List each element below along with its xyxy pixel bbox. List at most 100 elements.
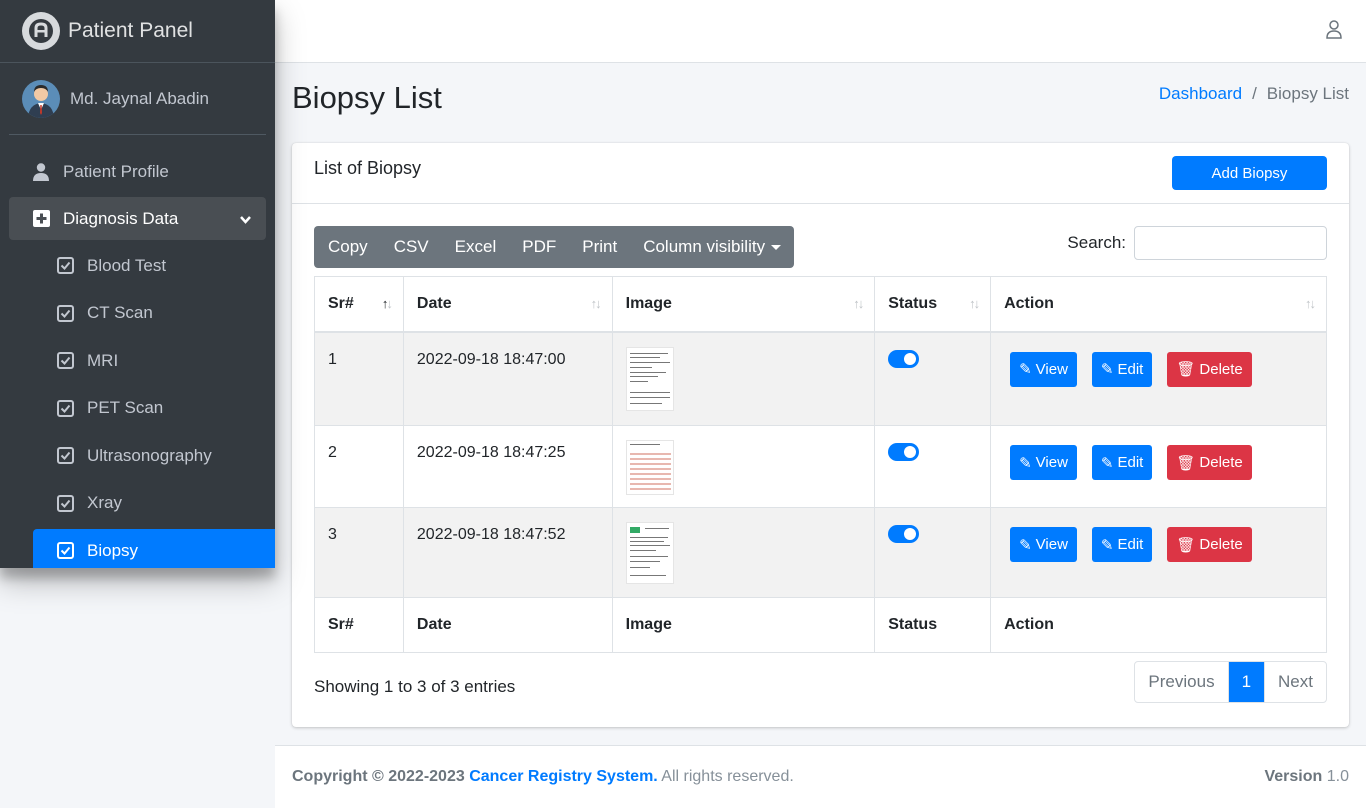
sidebar-item-diagnosis-data[interactable]: Diagnosis Data	[9, 197, 266, 240]
footer-header-date: Date	[402, 597, 613, 653]
sidebar-item-ultrasonography[interactable]: Ultrasonography	[9, 434, 266, 478]
csv-button[interactable]: CSV	[381, 226, 442, 268]
view-label: View	[1035, 536, 1068, 553]
delete-button[interactable]: 🗑 Delete	[1167, 527, 1252, 562]
pencil-icon: ✎	[1100, 361, 1114, 378]
sidebar-item-pet-scan[interactable]: PET Scan	[9, 387, 266, 431]
column-header-date[interactable]: Date ↑↓	[402, 276, 613, 333]
user-panel[interactable]: Md. Jaynal Abadin	[9, 63, 266, 135]
card-header: List of Biopsy Add Biopsy	[292, 143, 1349, 204]
delete-button[interactable]: 🗑 Delete	[1167, 445, 1252, 480]
sidebar-item-label: Xray	[87, 493, 122, 513]
sidebar-item-xray[interactable]: Xray	[9, 482, 266, 526]
sidebar-nav: Patient Profile Diagnosis Data Blood Tes…	[0, 135, 275, 568]
sidebar-item-label: PET Scan	[87, 398, 164, 418]
edit-label: Edit	[1117, 360, 1144, 378]
search-group: Search:	[1067, 226, 1327, 260]
brand-link[interactable]: Patient Panel	[0, 0, 275, 63]
status-toggle[interactable]	[888, 525, 920, 543]
view-button[interactable]: ✎ View	[1010, 351, 1077, 387]
trash-icon: 🗑	[1176, 536, 1196, 554]
print-button[interactable]: Print	[569, 226, 630, 268]
search-input[interactable]	[1134, 226, 1327, 260]
version-number: 1.0	[1326, 768, 1349, 785]
plus-square-icon	[31, 209, 51, 229]
column-header-image[interactable]: Image ↑↓	[611, 276, 876, 333]
check-square-icon	[55, 541, 75, 561]
cell-sr: 2	[314, 425, 404, 508]
table-row: 2 2022-09-18 18:47:25 ✎ View ✎ Edit 🗑 Delet…	[314, 425, 1327, 508]
delete-label: Delete	[1199, 536, 1243, 553]
user-menu-icon[interactable]	[1326, 20, 1342, 44]
edit-button[interactable]: ✎ Edit	[1091, 445, 1153, 480]
cell-date: 2022-09-18 18:47:25	[402, 425, 613, 508]
copy-button[interactable]: Copy	[314, 226, 381, 268]
sidebar-item-blood-test[interactable]: Blood Test	[9, 244, 266, 288]
delete-button[interactable]: 🗑 Delete	[1167, 351, 1252, 387]
view-button[interactable]: ✎ View	[1010, 527, 1077, 562]
cell-status	[874, 331, 992, 426]
edit-button[interactable]: ✎ Edit	[1091, 527, 1153, 562]
next-page-button[interactable]: Next	[1264, 662, 1326, 702]
delete-label: Delete	[1199, 454, 1243, 471]
cell-image	[611, 507, 876, 598]
brand-title: Patient Panel	[68, 19, 193, 42]
sidebar-item-label: Patient Profile	[63, 161, 169, 181]
status-toggle[interactable]	[888, 443, 920, 461]
cell-image	[611, 331, 876, 426]
footer-version: Version 1.0	[1264, 768, 1349, 786]
cell-date: 2022-09-18 18:47:00	[402, 331, 613, 426]
biopsy-report-thumbnail[interactable]	[625, 522, 674, 584]
excel-button[interactable]: Excel	[442, 226, 510, 268]
pencil-icon: ✎	[1019, 536, 1032, 554]
view-label: View	[1035, 454, 1068, 471]
biopsy-report-thumbnail[interactable]	[625, 346, 674, 411]
trash-icon: 🗑	[1176, 361, 1196, 378]
biopsy-report-thumbnail[interactable]	[625, 440, 674, 495]
edit-button[interactable]: ✎ Edit	[1091, 351, 1153, 387]
table-footer-row: Sr# Date Image Status Action	[314, 597, 1327, 653]
edit-label: Edit	[1117, 536, 1144, 553]
table-row: 1 2022-09-18 18:47:00 ✎View ✎Edit �	[314, 331, 1327, 426]
sidebar-submenu: Blood Test CT Scan MRI PET Scan Ultrason…	[9, 244, 275, 568]
add-biopsy-button[interactable]: Add Biopsy	[1172, 156, 1327, 190]
breadcrumb-current: Biopsy List	[1266, 84, 1349, 103]
pencil-icon: ✎	[1100, 536, 1114, 554]
sort-icon: ↑↓	[969, 296, 980, 311]
column-header-label: Image	[625, 294, 672, 312]
page-1-button[interactable]: 1	[1227, 662, 1265, 702]
sidebar-item-label: Ultrasonography	[87, 445, 212, 465]
column-header-sr[interactable]: Sr# ↑↓	[314, 276, 404, 333]
footer-header-sr: Sr#	[314, 597, 404, 653]
pdf-button[interactable]: PDF	[509, 226, 569, 268]
previous-page-button[interactable]: Previous	[1135, 662, 1227, 702]
sidebar-item-mri[interactable]: MRI	[9, 339, 266, 383]
column-header-action[interactable]: Action ↑↓	[990, 276, 1327, 333]
check-square-icon	[55, 303, 75, 323]
status-toggle[interactable]	[888, 349, 920, 368]
page-footer: Copyright © 2022-2023 Cancer Registry Sy…	[275, 745, 1366, 808]
view-button[interactable]: ✎ View	[1010, 445, 1077, 480]
page-title: Biopsy List	[292, 80, 442, 115]
export-button-group: Copy CSV Excel PDF Print Column visibili…	[314, 226, 795, 268]
card-title: List of Biopsy	[314, 158, 422, 178]
cell-status	[874, 425, 992, 508]
copyright-text: Copyright © 2022-2023	[292, 768, 465, 785]
sidebar-item-ct-scan[interactable]: CT Scan	[9, 292, 266, 336]
breadcrumb-dashboard-link[interactable]: Dashboard	[1159, 84, 1242, 104]
sidebar-item-patient-profile[interactable]: Patient Profile	[9, 150, 266, 193]
cell-action: ✎ View ✎ Edit 🗑 Delete	[990, 507, 1327, 598]
column-header-label: Date	[416, 294, 452, 312]
check-square-icon	[55, 256, 75, 276]
column-visibility-button[interactable]: Column visibility	[630, 226, 794, 268]
sort-icon: ↑↓	[590, 296, 602, 311]
check-square-icon	[55, 398, 75, 418]
chevron-down-icon	[239, 211, 252, 231]
cell-sr: 1	[314, 331, 404, 426]
view-label: View	[1035, 360, 1068, 378]
footer-brand-link[interactable]: Cancer Registry System.	[469, 768, 658, 785]
column-header-status[interactable]: Status ↑↓	[874, 276, 992, 333]
sidebar-item-label: Biopsy	[87, 540, 139, 560]
footer-header-status: Status	[874, 597, 992, 653]
sidebar-item-biopsy[interactable]: Biopsy	[33, 529, 275, 568]
